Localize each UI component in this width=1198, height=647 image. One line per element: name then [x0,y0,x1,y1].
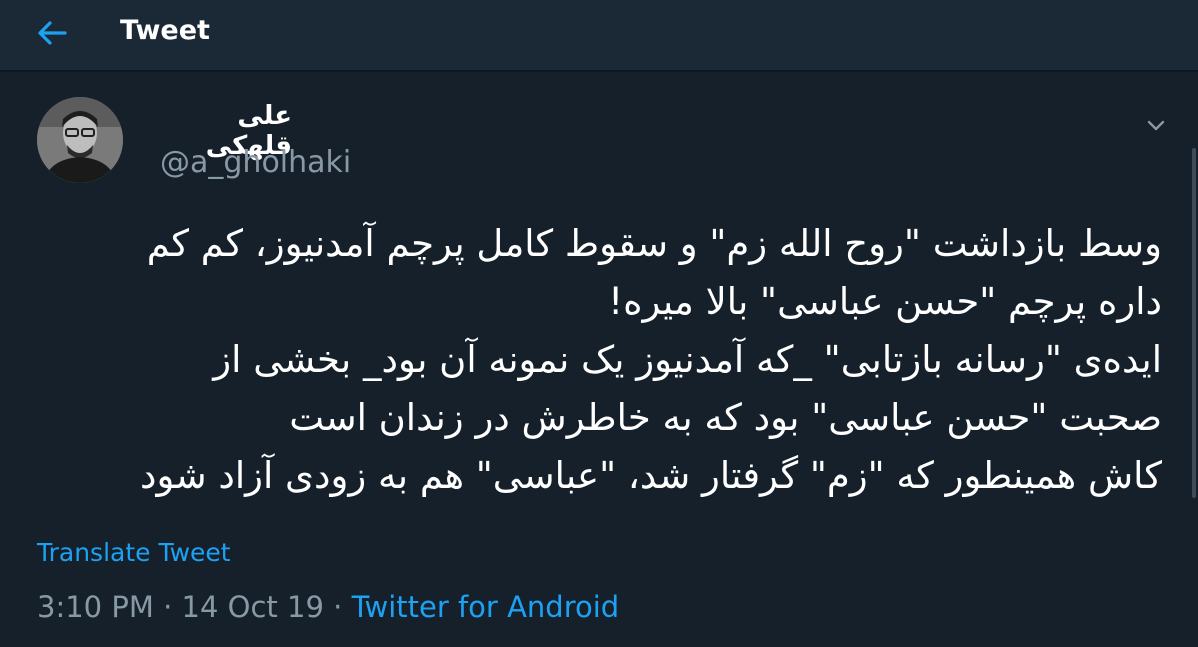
arrow-left-icon [38,21,67,45]
tweet-text: وسط بازداشت "روح الله زم" و سقوط کامل پر… [40,215,1162,505]
author-handle[interactable]: @a_gholhaki [160,145,351,180]
top-app-bar: Tweet [0,0,1198,72]
page-title: Tweet [120,15,210,46]
meta-separator: · [323,590,352,624]
avatar[interactable] [37,97,123,183]
tweet-text-line: ایده‌ی "رسانه بازتابی" _که آمدنیوز یک نم… [213,338,1162,381]
chevron-down-icon [1147,120,1165,131]
tweet-meta: 3:10 PM · 14 Oct 19 · Twitter for Androi… [37,590,619,624]
translate-tweet-link[interactable]: Translate Tweet [37,538,231,567]
tweet-source-link[interactable]: Twitter for Android [352,590,620,624]
tweet-text-line: وسط بازداشت "روح الله زم" و سقوط کامل پر… [146,222,1162,265]
scrollbar[interactable] [1192,148,1196,498]
tweet-time: 3:10 PM [37,590,154,624]
tweet-text-line: کاش همینطور که "زم" گرفتار شد، "عباسی" ه… [140,454,1162,497]
tweet-menu-button[interactable] [1143,112,1169,138]
tweet-text-line: صحبت "حسن عباسی" بود که به خاطرش در زندا… [289,396,1162,439]
tweet-date: 14 Oct 19 [181,590,324,624]
tweet-text-line: داره پرچم "حسن عباسی" بالا میره! [608,280,1162,323]
user-avatar-icon [37,97,123,183]
meta-separator: · [153,590,182,624]
back-button[interactable] [28,12,76,54]
